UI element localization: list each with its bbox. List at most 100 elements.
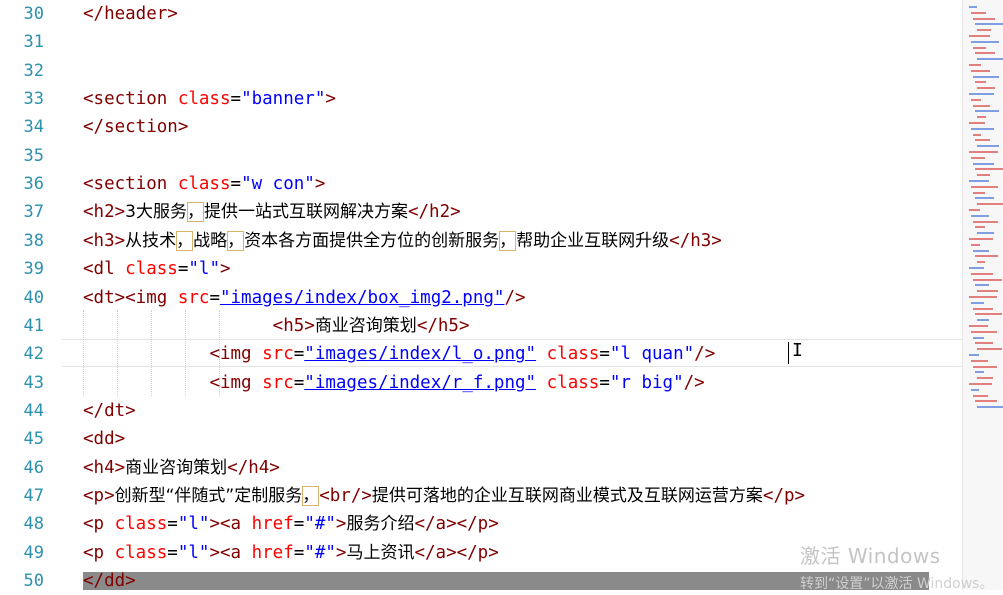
code-line[interactable]: 47 <p>创新型“伴随式”定制服务，<br/>提供可落地的企业互联网商业模式及互… bbox=[0, 482, 962, 510]
minimap-line bbox=[969, 6, 977, 8]
code-token: "w con" bbox=[241, 174, 315, 195]
minimap-line bbox=[973, 394, 988, 397]
minimap-line bbox=[971, 243, 980, 246]
code-line[interactable]: 42 <img src="images/index/l_o.png" class… bbox=[0, 340, 962, 368]
line-number: 47 bbox=[23, 485, 44, 506]
code-line[interactable]: 46 <h4>商业咨询策划</h4> bbox=[0, 454, 962, 482]
code-text: <p>创新型“伴随式”定制服务，<br/>提供可落地的企业互联网商业模式及互联网… bbox=[83, 482, 805, 510]
minimap-line bbox=[971, 214, 989, 217]
code-token: src bbox=[262, 344, 294, 365]
minimap-line bbox=[969, 354, 979, 356]
code-line[interactable]: 41 <h5>商业咨询策划</h5> bbox=[0, 312, 962, 340]
code-line[interactable]: 35 bbox=[0, 142, 962, 170]
code-line[interactable]: 45 <dd> bbox=[0, 425, 962, 453]
code-token: src bbox=[262, 372, 294, 393]
minimap-line bbox=[975, 284, 989, 287]
code-token: ， bbox=[227, 230, 245, 251]
code-token: </dd> bbox=[83, 571, 136, 591]
minimap-line bbox=[971, 69, 990, 72]
code-line[interactable]: 44 </dt> bbox=[0, 397, 962, 425]
code-token: ， bbox=[176, 230, 194, 251]
code-token: 创新型“伴随式”定制服务 bbox=[114, 485, 303, 506]
text-caret bbox=[788, 342, 789, 364]
minimap-line bbox=[975, 371, 984, 374]
code-token: href bbox=[251, 542, 294, 563]
code-token: </h2> bbox=[407, 202, 461, 223]
minimap-line bbox=[975, 313, 1002, 316]
minimap-line bbox=[969, 296, 997, 298]
minimap-line bbox=[969, 35, 990, 37]
line-number: 36 bbox=[23, 174, 44, 195]
code-line[interactable]: 32 bbox=[0, 57, 962, 85]
code-text: <h5>商业咨询策划</h5> bbox=[83, 312, 470, 340]
code-text: <dl class="l"> bbox=[83, 255, 231, 283]
code-token: <img bbox=[209, 372, 263, 393]
code-token: 马上资讯 bbox=[346, 542, 415, 563]
line-number: 49 bbox=[23, 542, 44, 563]
minimap-line bbox=[975, 139, 990, 142]
minimap-line bbox=[975, 226, 985, 229]
minimap-line bbox=[969, 383, 992, 385]
code-line[interactable]: 48 <p class="l"><a href="#">服务介绍</a></p> bbox=[0, 510, 962, 538]
minimap-line bbox=[977, 261, 985, 264]
line-number: 43 bbox=[23, 372, 44, 393]
code-token: </h4> bbox=[227, 457, 280, 478]
code-token: </dt> bbox=[83, 400, 136, 421]
code-token: "#" bbox=[304, 542, 336, 563]
code-line[interactable]: 40 <dt><img src="images/index/box_img2.pn… bbox=[0, 284, 962, 312]
minimap-line bbox=[973, 336, 984, 339]
line-number: 32 bbox=[23, 60, 44, 81]
code-token: <br/> bbox=[319, 485, 372, 506]
code-token: <p bbox=[83, 542, 115, 563]
code-line[interactable]: 33 <section class="banner"> bbox=[0, 85, 962, 113]
line-number: 35 bbox=[23, 145, 44, 166]
code-token: <h5> bbox=[272, 315, 315, 336]
minimap-line bbox=[969, 325, 988, 327]
code-line[interactable]: 30 </header> bbox=[0, 0, 962, 28]
code-token: 提供一站式互联网解决方案 bbox=[203, 202, 408, 223]
code-line[interactable]: 37 <h2>3大服务，提供一站式互联网解决方案</h2> bbox=[0, 198, 962, 226]
code-line[interactable]: 36 <section class="w con"> bbox=[0, 170, 962, 198]
minimap-line bbox=[973, 17, 995, 20]
minimap-line bbox=[975, 400, 997, 403]
minimap-line bbox=[973, 75, 999, 78]
code-line[interactable]: 31 bbox=[0, 28, 962, 56]
line-number: 42 bbox=[23, 344, 44, 365]
code-token: "images/index/r_f.png" bbox=[304, 372, 537, 393]
code-token: class bbox=[114, 514, 168, 535]
code-token: = bbox=[230, 89, 242, 110]
code-token: <dl bbox=[83, 259, 126, 280]
code-line[interactable]: 39 <dl class="l"> bbox=[0, 255, 962, 283]
code-line[interactable]: 43 <img src="images/index/r_f.png" class… bbox=[0, 369, 962, 397]
code-line[interactable]: 38 <h3>从技术，战略，资本各方面提供全方位的创新服务，帮助企业互联网升级</… bbox=[0, 227, 962, 255]
minimap-line bbox=[971, 272, 993, 275]
code-token: <dd> bbox=[83, 429, 126, 450]
line-number: 48 bbox=[23, 514, 44, 535]
line-number: 31 bbox=[23, 32, 44, 53]
code-token: > bbox=[314, 174, 326, 195]
code-line[interactable]: 34 </section> bbox=[0, 113, 962, 141]
minimap-line bbox=[977, 87, 995, 90]
minimap-line bbox=[973, 365, 997, 368]
minimap-line bbox=[971, 330, 997, 333]
code-editor[interactable]: 30 </header> 31 32 33 <section class="banner"… bbox=[0, 0, 962, 591]
line-number: 46 bbox=[23, 457, 44, 478]
code-token: </a></p> bbox=[414, 542, 499, 563]
code-token: ><a bbox=[209, 542, 252, 563]
code-text: <h2>3大服务，提供一站式互联网解决方案</h2> bbox=[83, 198, 461, 226]
code-token: class bbox=[177, 174, 231, 195]
code-token: 商业咨询策划 bbox=[125, 457, 228, 478]
line-number: 33 bbox=[23, 89, 44, 110]
code-token: 3大服务 bbox=[125, 202, 187, 223]
minimap[interactable] bbox=[962, 0, 1003, 590]
code-token: "l" bbox=[177, 514, 210, 535]
code-text: </section> bbox=[83, 113, 188, 141]
code-token: </h3> bbox=[669, 230, 722, 251]
code-token: > bbox=[335, 542, 347, 563]
minimap-line bbox=[973, 220, 998, 223]
code-text: </dd> bbox=[83, 567, 136, 595]
code-token: </p> bbox=[762, 485, 806, 506]
